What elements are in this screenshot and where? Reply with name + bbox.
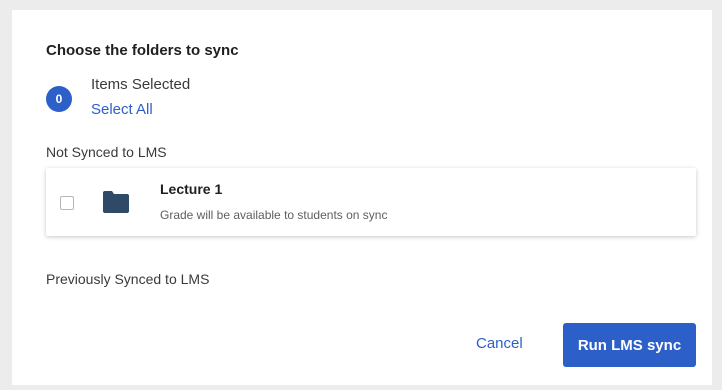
folder-item-description: Grade will be available to students on s…: [160, 208, 388, 222]
sync-dialog: Choose the folders to sync 0 Items Selec…: [12, 10, 712, 385]
cancel-button[interactable]: Cancel: [476, 335, 523, 352]
items-selected-label: Items Selected: [91, 76, 191, 93]
dialog-title: Choose the folders to sync: [46, 42, 239, 59]
folder-item-lecture-1[interactable]: Lecture 1 Grade will be available to stu…: [46, 168, 696, 236]
folder-item-checkbox[interactable]: [60, 196, 74, 210]
selected-count-badge: 0: [46, 86, 72, 112]
folder-icon: [103, 191, 129, 213]
folder-item-name: Lecture 1: [160, 181, 223, 197]
select-all-link[interactable]: Select All: [91, 101, 153, 118]
previously-synced-section-label: Previously Synced to LMS: [46, 271, 210, 287]
not-synced-section-label: Not Synced to LMS: [46, 144, 167, 160]
run-lms-sync-button[interactable]: Run LMS sync: [563, 323, 696, 367]
